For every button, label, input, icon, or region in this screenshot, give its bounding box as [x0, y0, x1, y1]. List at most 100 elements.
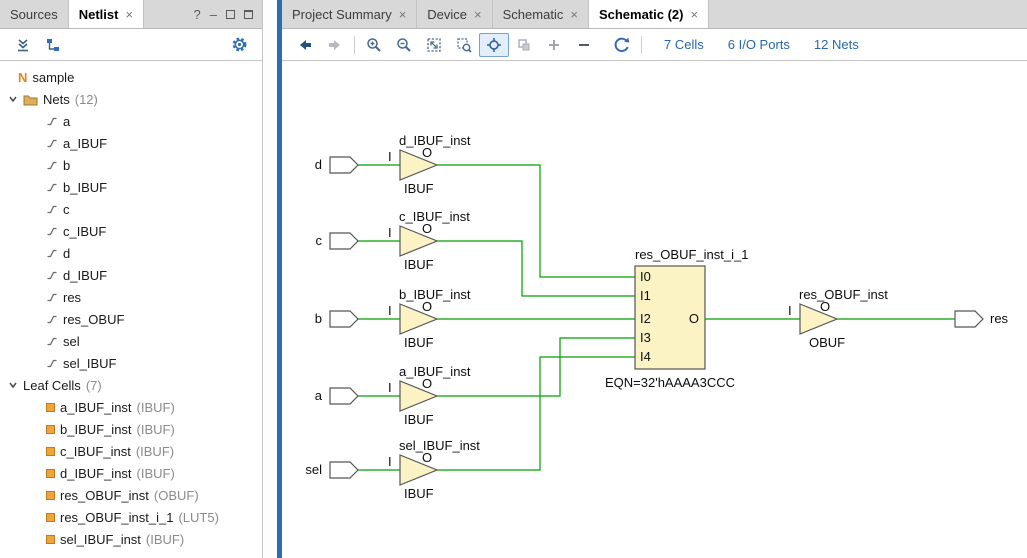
tree-item-net[interactable]: res_OBUF: [0, 308, 262, 330]
equation-label: EQN=32'hAAAA3CCC: [605, 375, 735, 390]
folder-icon: [23, 93, 38, 106]
close-icon[interactable]: ×: [690, 7, 698, 22]
port-label: sel: [305, 462, 322, 477]
minimize-icon[interactable]: –: [210, 7, 217, 22]
tree-label: res_OBUF: [63, 312, 124, 327]
tree-item-net[interactable]: sel_IBUF: [0, 352, 262, 374]
regenerate-icon: [613, 36, 631, 54]
close-icon[interactable]: ×: [399, 7, 407, 22]
cell-icon: [46, 403, 55, 412]
tree-item-net[interactable]: b_IBUF: [0, 176, 262, 198]
help-icon[interactable]: ?: [194, 7, 201, 22]
tree-item-net[interactable]: res: [0, 286, 262, 308]
tree-group-leaf-cells[interactable]: Leaf Cells (7): [0, 374, 262, 396]
tab-schematic[interactable]: Schematic ×: [493, 0, 589, 28]
input-port-d[interactable]: [330, 157, 358, 173]
cell-type-label: IBUF: [404, 335, 434, 350]
instance-name: sel_IBUF_inst: [399, 438, 480, 453]
autofit-selection-button[interactable]: [479, 33, 509, 57]
collapse-all-button[interactable]: [8, 33, 38, 57]
input-port-c[interactable]: [330, 233, 358, 249]
maximize-icon[interactable]: [244, 10, 253, 19]
stat-nets[interactable]: 12 Nets: [814, 37, 859, 52]
tree-label: d_IBUF: [63, 268, 107, 283]
tree-item-net[interactable]: b: [0, 154, 262, 176]
input-port-sel[interactable]: [330, 462, 358, 478]
panel-splitter[interactable]: [264, 0, 277, 558]
tab-schematic-2[interactable]: Schematic (2) ×: [589, 0, 709, 28]
close-icon[interactable]: ×: [570, 7, 578, 22]
tree-item-cell[interactable]: res_OBUF_inst (OBUF): [0, 484, 262, 506]
netlist-tabbar: Sources Netlist × ? –: [0, 0, 262, 29]
stat-cells[interactable]: 7 Cells: [664, 37, 704, 52]
pin-label-i: I: [388, 149, 392, 164]
settings-button[interactable]: [224, 33, 254, 57]
schematic-canvas[interactable]: d I O d_IBUF_inst IBUF c I O c_IBUF_inst: [282, 61, 1027, 558]
tab-sources[interactable]: Sources: [0, 0, 69, 28]
tree-item-cell[interactable]: b_IBUF_inst (IBUF): [0, 418, 262, 440]
hierarchy-icon: [45, 37, 61, 53]
tree-label: res: [63, 290, 81, 305]
tree-item-net[interactable]: sel: [0, 330, 262, 352]
cell-icon: [46, 447, 55, 456]
cell-icon: [46, 469, 55, 478]
tab-device[interactable]: Device ×: [417, 0, 492, 28]
schematic-panel: Project Summary × Device × Schematic × S…: [277, 0, 1027, 558]
tree-label: a_IBUF: [63, 136, 107, 151]
net-icon: [46, 269, 58, 281]
output-port-res[interactable]: [955, 311, 983, 327]
pin-label-i: I: [388, 380, 392, 395]
net-icon: [46, 181, 58, 193]
instance-name: c_IBUF_inst: [399, 209, 470, 224]
tab-netlist[interactable]: Netlist ×: [69, 0, 144, 28]
chevron-down-icon[interactable]: [8, 94, 18, 104]
port-label: a: [315, 388, 323, 403]
cell-icon: [46, 425, 55, 434]
instance-name: b_IBUF_inst: [399, 287, 471, 302]
layers-button[interactable]: [509, 33, 539, 57]
tree-item-cell[interactable]: res_OBUF_inst_i_1 (LUT5): [0, 506, 262, 528]
remove-button[interactable]: [569, 33, 599, 57]
tree-label: res_OBUF_inst_i_1: [60, 510, 173, 525]
input-port-a[interactable]: [330, 388, 358, 404]
forward-button[interactable]: [320, 33, 350, 57]
tree-item-cell[interactable]: c_IBUF_inst (IBUF): [0, 440, 262, 462]
zoom-fit-button[interactable]: [419, 33, 449, 57]
tree-item-net[interactable]: a_IBUF: [0, 132, 262, 154]
tree-group-nets[interactable]: Nets (12): [0, 88, 262, 110]
tree-item-net[interactable]: c: [0, 198, 262, 220]
input-port-b[interactable]: [330, 311, 358, 327]
net-icon: [46, 313, 58, 325]
float-icon[interactable]: [226, 10, 235, 19]
zoom-selection-button[interactable]: [449, 33, 479, 57]
tree-count: (7): [86, 378, 102, 393]
close-icon[interactable]: ×: [474, 7, 482, 22]
tree-item-cell[interactable]: d_IBUF_inst (IBUF): [0, 462, 262, 484]
regenerate-layout-button[interactable]: [607, 33, 637, 57]
stat-io-ports[interactable]: 6 I/O Ports: [728, 37, 790, 52]
chevron-down-icon[interactable]: [8, 380, 18, 390]
tree-item-cell[interactable]: a_IBUF_inst (IBUF): [0, 396, 262, 418]
tree-item-net[interactable]: c_IBUF: [0, 220, 262, 242]
tree-item-cell[interactable]: sel_IBUF_inst (IBUF): [0, 528, 262, 550]
zoom-in-button[interactable]: [359, 33, 389, 57]
zoom-out-button[interactable]: [389, 33, 419, 57]
tree-item-net[interactable]: d_IBUF: [0, 264, 262, 286]
tree-root-sample[interactable]: N sample: [0, 66, 262, 88]
close-icon[interactable]: ×: [125, 7, 133, 22]
tree-item-net[interactable]: d: [0, 242, 262, 264]
cell-type-label: IBUF: [404, 257, 434, 272]
cell-icon: [46, 491, 55, 500]
tab-project-summary[interactable]: Project Summary ×: [282, 0, 417, 28]
tree-label: a_IBUF_inst: [60, 400, 132, 415]
net-icon: [46, 225, 58, 237]
netlist-panel: Sources Netlist × ? –: [0, 0, 263, 558]
obuf-triangle[interactable]: [800, 304, 837, 334]
tree-label: sel_IBUF: [63, 356, 116, 371]
back-button[interactable]: [290, 33, 320, 57]
add-button[interactable]: [539, 33, 569, 57]
netlist-root-icon: N: [18, 70, 27, 85]
vivado-window: Sources Netlist × ? –: [0, 0, 1027, 558]
hierarchy-button[interactable]: [38, 33, 68, 57]
tree-item-net[interactable]: a: [0, 110, 262, 132]
